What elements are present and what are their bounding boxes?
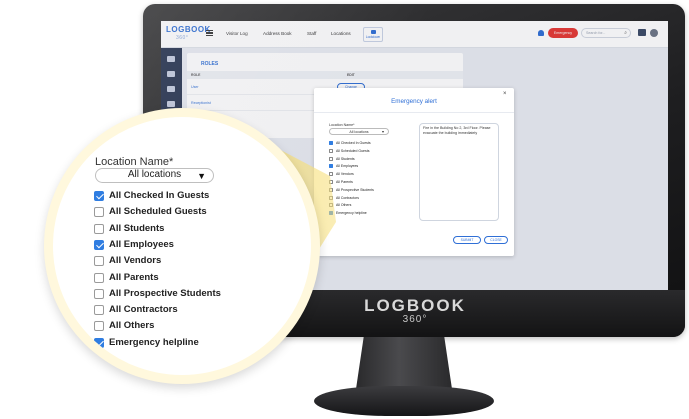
recipient-option[interactable]: All Scheduled Guests	[329, 148, 369, 154]
zoom-location-select[interactable]: All locations ▼	[95, 168, 214, 183]
checkbox[interactable]	[329, 195, 333, 200]
recipient-option-label: Emergency helpline	[336, 211, 367, 216]
checkbox-checked[interactable]	[329, 211, 333, 216]
close-button[interactable]: CLOSE	[484, 236, 508, 244]
zoom-recipient-option-label: All Employees	[109, 238, 174, 250]
recipient-option-label: All Scheduled Guests	[336, 148, 370, 153]
recipient-option-label: All Checked In Guests	[336, 141, 371, 145]
emergency-alert-modal: × Emergency alert Location Name* All loc…	[314, 88, 514, 256]
recipient-option-label: All Parents	[336, 180, 353, 184]
checkbox-checked[interactable]	[94, 239, 104, 250]
stage: LOGBOOK 360° Visitor Log Address Book St…	[0, 0, 689, 419]
recipient-option[interactable]: All Prospective Students	[329, 187, 374, 193]
recipient-option[interactable]: All Vendors	[329, 171, 354, 177]
monitor-brand-logo: LOGBOOK 360°	[360, 296, 470, 325]
recipient-option-label: All Employees	[336, 164, 359, 169]
close-icon[interactable]: ×	[503, 91, 507, 97]
recipient-option[interactable]: All Contractors	[329, 195, 359, 201]
recipient-option-label: All Others	[336, 203, 352, 208]
checkbox[interactable]	[329, 156, 333, 161]
recipient-option[interactable]: All Others	[329, 202, 351, 208]
zoom-location-label: Location Name*	[95, 156, 174, 168]
zoom-recipient-option-label: All Checked In Guests	[109, 190, 210, 201]
checkbox[interactable]	[94, 207, 104, 218]
monitor-brand: LOGBOOK	[364, 296, 466, 315]
checkbox[interactable]	[94, 272, 104, 283]
checkbox-checked[interactable]	[329, 164, 333, 169]
recipient-option[interactable]: Emergency helpline	[329, 210, 367, 216]
zoom-recipient-option-label: All Scheduled Guests	[109, 206, 207, 218]
message-textarea[interactable]: Fire in the Building No 2, 3rd Floor. Pl…	[419, 123, 499, 221]
zoom-recipient-option-label: All Vendors	[109, 255, 162, 267]
checkbox[interactable]	[94, 288, 104, 299]
monitor-stand-base	[314, 386, 494, 416]
checkbox[interactable]	[94, 305, 104, 316]
zoom-recipient-option-label: Emergency helpline	[109, 336, 199, 348]
checkbox[interactable]	[329, 172, 333, 177]
location-label: Location Name*	[329, 123, 355, 127]
monitor-stand-neck	[356, 337, 452, 389]
recipient-option-label: All Prospective Students	[336, 187, 374, 192]
modal-divider	[314, 112, 514, 113]
zoom-recipient-option-label: All Parents	[109, 271, 159, 283]
checkbox[interactable]	[94, 321, 104, 332]
checkbox[interactable]	[329, 180, 333, 185]
checkbox-checked[interactable]	[329, 141, 333, 146]
location-value: All locations	[349, 130, 369, 134]
recipient-option[interactable]: All Checked In Guests	[329, 140, 371, 146]
submit-button[interactable]: SUBMIT	[453, 236, 481, 244]
chevron-down-icon: ▾	[381, 129, 384, 134]
location-select[interactable]: All locations ▾	[329, 128, 389, 135]
zoom-location-value: All locations	[127, 169, 182, 180]
checkbox[interactable]	[94, 223, 104, 234]
zoom-recipient-option-label: All Others	[109, 320, 155, 332]
magnifier-view: Location Name* All locations ▼ All Check…	[53, 117, 311, 375]
checkbox[interactable]	[94, 256, 104, 267]
recipient-option-label: All Contractors	[336, 195, 359, 200]
checkbox[interactable]	[329, 148, 333, 153]
modal-title: Emergency alert	[391, 98, 437, 105]
recipient-option[interactable]: All Parents	[329, 179, 353, 185]
recipient-option[interactable]: All Students	[329, 156, 355, 162]
chevron-down-icon: ▼	[197, 171, 206, 181]
zoom-recipient-option-label: All Students	[109, 222, 165, 234]
recipient-option-label: All Students	[336, 156, 355, 161]
recipient-option-label: All Vendors	[336, 172, 354, 177]
recipient-option[interactable]: All Employees	[329, 163, 358, 169]
zoom-recipient-option-label: All Contractors	[109, 304, 178, 316]
checkbox-checked[interactable]	[94, 191, 104, 201]
zoom-recipient-option-label: All Prospective Students	[109, 287, 221, 299]
checkbox[interactable]	[329, 203, 333, 208]
checkbox-checked[interactable]	[94, 337, 104, 348]
checkbox[interactable]	[329, 187, 333, 192]
